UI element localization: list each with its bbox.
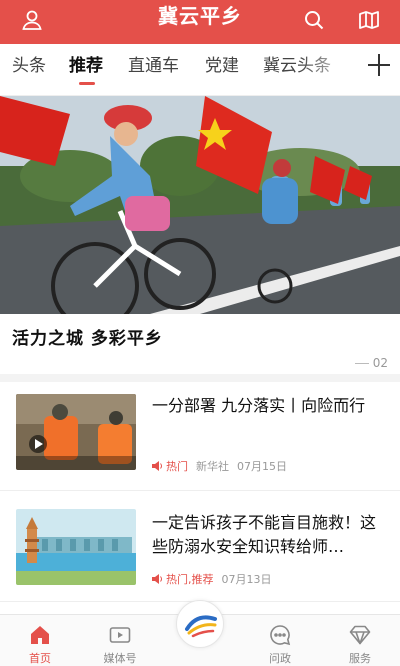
news-meta: 热门,推荐 07月13日 [152, 571, 280, 587]
nav-label: 媒体号 [103, 652, 137, 665]
indicator-line [354, 363, 369, 364]
speaker-icon [152, 461, 163, 474]
nav-label: 服务 [349, 652, 371, 665]
hot-tag: 热门,推荐 [166, 573, 214, 586]
nav-home[interactable]: 首页 [0, 615, 80, 666]
center-logo-button[interactable] [176, 600, 224, 648]
logo-icon [183, 607, 219, 643]
news-title[interactable]: 一分部署 九分落实丨向险而行 [152, 394, 388, 418]
news-source: 新华社 [196, 460, 229, 473]
diamond-icon [349, 625, 371, 645]
news-item[interactable]: 一分部署 九分落实丨向险而行 热门 新华社 07月15日 [0, 382, 400, 490]
banner-caption-bar: 活力之城 多彩平乡 02 [0, 314, 400, 374]
tab-express[interactable]: 直通车 [128, 44, 179, 88]
active-tab-indicator [79, 82, 95, 85]
news-meta: 热门 新华社 07月15日 [152, 458, 295, 474]
nav-services[interactable]: 服务 [320, 615, 400, 666]
nav-label: 首页 [29, 652, 51, 665]
home-icon [31, 626, 49, 644]
channel-tabs: 头条 推荐 直通车 党建 冀云头条 [0, 44, 400, 96]
banner-image[interactable] [0, 96, 400, 314]
speaker-icon [152, 574, 163, 587]
search-icon[interactable] [302, 8, 326, 32]
app-title: 冀云平乡 [158, 4, 242, 28]
news-title[interactable]: 一定告诉孩子不能盲目施救！这些防溺水安全知识转给师… [152, 511, 388, 559]
news-date: 07月15日 [237, 460, 287, 473]
app-header: 冀云平乡 [0, 0, 400, 44]
news-item[interactable]: 一定告诉孩子不能盲目施救！这些防溺水安全知识转给师… 热门,推荐 07月13日 [0, 491, 400, 601]
banner-caption: 活力之城 多彩平乡 [12, 329, 163, 349]
map-icon[interactable] [357, 8, 381, 32]
news-date: 07月13日 [221, 573, 272, 586]
tab-party-building[interactable]: 党建 [205, 44, 239, 88]
carousel-page-number: 02 [372, 356, 388, 370]
chat-icon [270, 625, 291, 646]
tab-fade-overlay [300, 44, 360, 88]
nav-label: 问政 [269, 652, 291, 665]
video-icon [109, 627, 131, 643]
nav-media[interactable]: 媒体号 [80, 615, 160, 666]
news-thumbnail [16, 394, 136, 470]
hot-tag: 热门 [166, 460, 188, 473]
tab-headlines[interactable]: 头条 [12, 44, 46, 88]
add-channel-icon[interactable] [368, 54, 390, 76]
news-thumbnail [16, 509, 136, 585]
section-separator [0, 374, 400, 382]
carousel-indicator: 02 [354, 356, 388, 370]
nav-inquiry[interactable]: 问政 [240, 615, 320, 666]
